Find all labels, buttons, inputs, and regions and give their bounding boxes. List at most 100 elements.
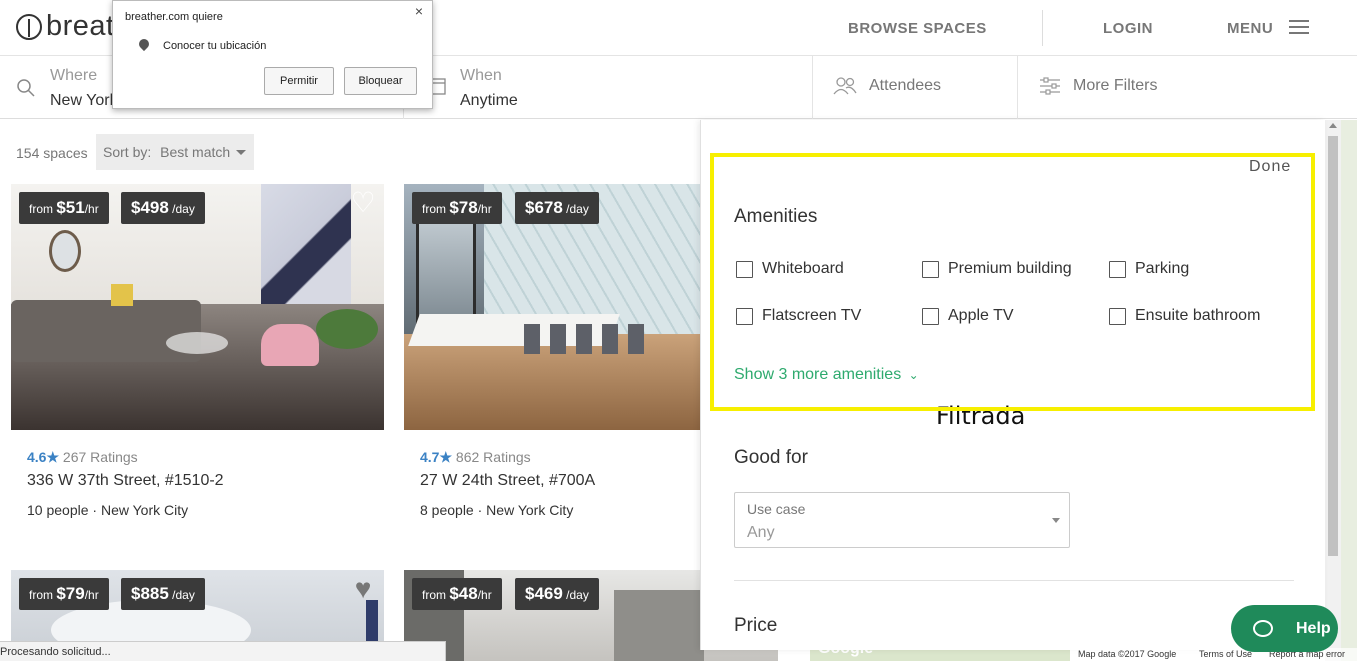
parking-checkbox[interactable] xyxy=(1109,261,1126,278)
divider xyxy=(1017,56,1018,119)
nav-divider xyxy=(1042,10,1043,46)
use-case-value: Any xyxy=(747,524,775,541)
price-prefix: from xyxy=(29,588,53,602)
star-icon: ★ xyxy=(439,449,453,465)
sort-value: Best match xyxy=(160,144,231,160)
daily-price: $885 xyxy=(131,584,169,603)
block-button[interactable]: Bloquear xyxy=(344,67,417,95)
star-icon: ★ xyxy=(46,449,60,465)
rating-value: 4.7 xyxy=(420,449,440,465)
map[interactable] xyxy=(1341,120,1357,661)
ratings-count: 862 Ratings xyxy=(455,449,531,465)
rating: 4.6★ 267 Ratings xyxy=(27,449,138,466)
sliders-icon xyxy=(1040,77,1060,95)
amenity-label: Premium building xyxy=(948,260,1072,277)
when-input[interactable]: Anytime xyxy=(460,92,518,110)
location-permission-dialog: breather.com quiere × Conocer tu ubicaci… xyxy=(112,0,433,109)
where-input[interactable]: New York xyxy=(50,92,118,110)
price-heading: Price xyxy=(734,615,778,636)
where-label: Where xyxy=(50,67,98,84)
amenity-label: Flatscreen TV xyxy=(762,307,862,324)
apple-tv-checkbox[interactable] xyxy=(922,308,939,325)
hourly-price-badge: from $51/hr xyxy=(19,192,109,224)
daily-price-badge: $469 /day xyxy=(515,578,599,610)
attendees-filter[interactable]: Attendees xyxy=(869,77,941,95)
use-case-label: Use case xyxy=(747,501,806,517)
good-for-heading: Good for xyxy=(734,447,808,468)
hourly-price: $48 xyxy=(449,584,478,603)
hourly-price: $79 xyxy=(56,584,85,603)
daily-price-badge: $498 /day xyxy=(121,192,205,224)
flatscreen-tv-checkbox[interactable] xyxy=(736,308,753,325)
amenity-label: Whiteboard xyxy=(762,260,844,277)
amenity-label: Parking xyxy=(1135,260,1190,277)
more-filters-button[interactable]: More Filters xyxy=(1073,77,1157,95)
daily-price-badge: $885 /day xyxy=(121,578,205,610)
daily-price: $498 xyxy=(131,198,169,217)
map-data-text: Map data ©2017 Google xyxy=(1078,649,1177,659)
hourly-price: $78 xyxy=(449,198,478,217)
listing-address[interactable]: 336 W 37th Street, #1510-2 xyxy=(27,472,224,490)
daily-price: $678 xyxy=(525,198,563,217)
favorite-heart-icon[interactable]: ♥ xyxy=(349,575,377,603)
amenity-label: Ensuite bathroom xyxy=(1135,307,1261,324)
rating: 4.7★ 862 Ratings xyxy=(420,449,531,466)
price-prefix: from xyxy=(29,202,53,216)
browser-status-bar: Procesando solicitud... xyxy=(0,641,446,661)
use-case-select[interactable]: Use case Any xyxy=(734,492,1070,548)
capacity: 10 people xyxy=(27,502,89,518)
sort-dropdown[interactable]: Sort by: Best match xyxy=(96,134,254,170)
hourly-price-badge: from $79/hr xyxy=(19,578,109,610)
terms-link[interactable]: Terms of Use xyxy=(1199,649,1252,659)
amenity-label: Apple TV xyxy=(948,307,1014,324)
dialog-title: breather.com quiere xyxy=(125,11,223,23)
listing-meta: 8 people · New York City xyxy=(420,502,574,518)
menu-button[interactable]: MENU xyxy=(1227,20,1273,37)
dialog-request: Conocer tu ubicación xyxy=(163,40,267,52)
price-unit: /hr xyxy=(84,588,99,602)
rating-value: 4.6 xyxy=(27,449,47,465)
divider xyxy=(734,580,1294,581)
chevron-down-icon xyxy=(1052,518,1060,523)
hamburger-icon[interactable] xyxy=(1289,20,1309,34)
listing-address[interactable]: 27 W 24th Street, #700A xyxy=(420,472,595,490)
allow-button[interactable]: Permitir xyxy=(264,67,334,95)
premium-building-checkbox[interactable] xyxy=(922,261,939,278)
ensuite-bathroom-checkbox[interactable] xyxy=(1109,308,1126,325)
price-prefix: from xyxy=(422,588,446,602)
chat-bubble-icon xyxy=(1253,620,1273,637)
annotation-highlight-box xyxy=(710,153,1315,411)
price-unit: /day xyxy=(566,202,589,216)
price-unit: /hr xyxy=(477,202,492,216)
hourly-price: $51 xyxy=(56,198,85,217)
location-pin-icon xyxy=(136,36,152,52)
divider xyxy=(812,56,813,119)
price-unit: /day xyxy=(566,588,589,602)
when-label: When xyxy=(460,67,502,84)
price-unit: /hr xyxy=(477,588,492,602)
scroll-up-arrow-icon[interactable] xyxy=(1329,123,1337,128)
price-prefix: from xyxy=(422,202,446,216)
ratings-count: 267 Ratings xyxy=(62,449,138,465)
daily-price: $469 xyxy=(525,584,563,603)
close-icon[interactable]: × xyxy=(415,3,423,19)
city: New York City xyxy=(486,502,574,518)
search-icon xyxy=(17,79,35,97)
help-button[interactable]: Help xyxy=(1231,605,1338,652)
sort-label: Sort by: xyxy=(103,144,152,160)
price-unit: /hr xyxy=(84,202,99,216)
scrollbar-thumb[interactable] xyxy=(1328,136,1338,556)
login-link[interactable]: LOGIN xyxy=(1103,20,1153,37)
city: New York City xyxy=(100,502,189,518)
results-count: 154 spaces xyxy=(16,145,88,161)
hourly-price-badge: from $78/hr xyxy=(412,192,502,224)
favorite-heart-icon[interactable]: ♡ xyxy=(349,189,377,217)
browse-spaces-link[interactable]: BROWSE SPACES xyxy=(848,20,987,37)
logo-icon[interactable] xyxy=(16,14,42,40)
daily-price-badge: $678 /day xyxy=(515,192,599,224)
capacity: 8 people xyxy=(420,502,474,518)
hourly-price-badge: from $48/hr xyxy=(412,578,502,610)
chevron-down-icon xyxy=(236,150,246,155)
price-unit: /day xyxy=(172,588,195,602)
whiteboard-checkbox[interactable] xyxy=(736,261,753,278)
